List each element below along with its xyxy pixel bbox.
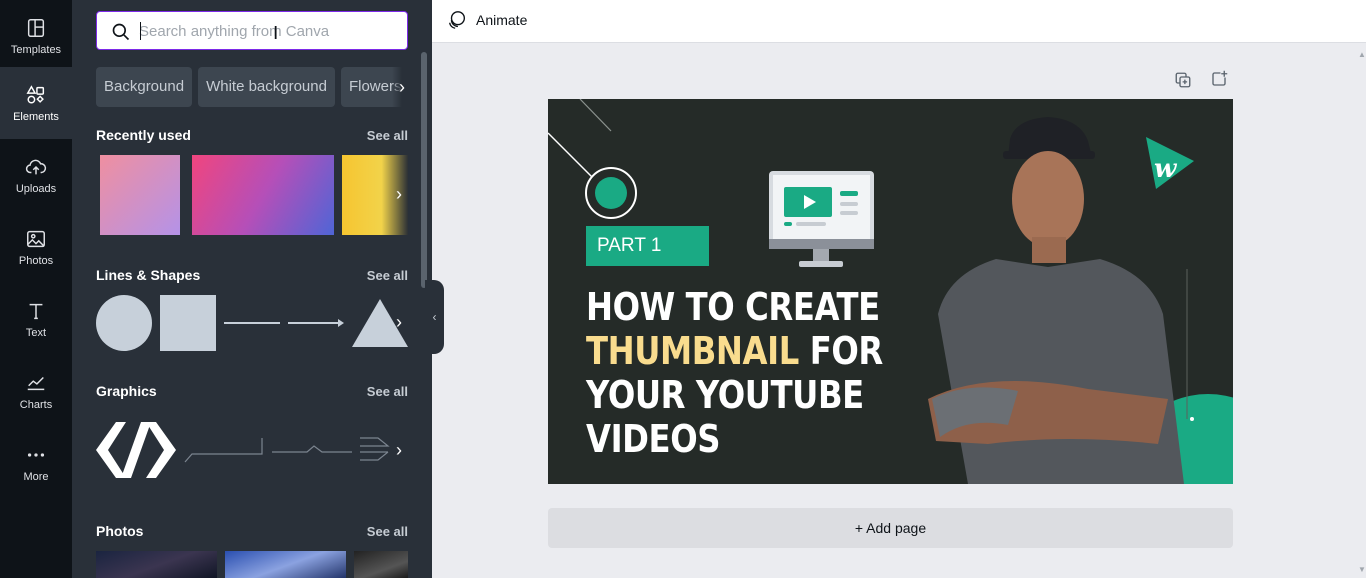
text-icon [29, 303, 43, 319]
monitor-illustration [769, 171, 874, 267]
page-scrollbar[interactable]: ▲ ▼ [1356, 44, 1366, 578]
section-title-lines-shapes: Lines & Shapes [96, 267, 201, 283]
rail-item-photos[interactable]: Photos [0, 211, 72, 283]
charts-icon [27, 376, 45, 390]
recent-item-gradient-purple[interactable] [192, 155, 334, 235]
rail-label: Photos [18, 254, 54, 267]
collapse-panel-handle[interactable]: ‹ [425, 280, 444, 354]
headline-line: THUMBNAIL FOR [586, 329, 883, 373]
editor-top-bar: Animate [432, 0, 1366, 43]
shape-circle[interactable] [96, 295, 152, 351]
rail-label: Elements [13, 110, 59, 123]
decor-line [579, 99, 612, 132]
panel-scrollbar[interactable] [421, 52, 427, 288]
headline-line: HOW TO CREATE [586, 285, 880, 329]
graphics-lines-row [184, 437, 390, 463]
section-title-recently-used: Recently used [96, 127, 191, 143]
search-input[interactable] [139, 20, 389, 42]
search-icon [112, 23, 130, 41]
scroll-up-icon[interactable]: ▲ [1358, 50, 1366, 59]
suggestion-chips: Background White background Flowers [96, 67, 408, 107]
design-canvas[interactable]: w PART 1 HOW TO CREATE THUMBNAIL FOR YOU… [548, 99, 1233, 484]
rail-item-templates[interactable]: Templates [0, 0, 72, 72]
more-icon [27, 452, 45, 457]
part-label[interactable]: PART 1 [586, 226, 709, 266]
chevron-right-icon[interactable]: › [392, 67, 412, 107]
ibeam-cursor-icon: I [273, 23, 279, 44]
section-title-photos: Photos [96, 523, 144, 539]
decor-dot [1190, 417, 1194, 421]
section-title-graphics: Graphics [96, 383, 157, 399]
add-page-icon[interactable] [1210, 70, 1228, 88]
chip-background[interactable]: Background [96, 67, 193, 107]
photo-thumbnail[interactable] [225, 551, 346, 578]
headline-text: FOR [798, 329, 884, 373]
recent-item-gradient-pink[interactable] [100, 155, 180, 235]
see-all-recently-used[interactable]: See all [367, 128, 408, 143]
rail-item-elements[interactable]: Elements [0, 67, 72, 139]
chevron-right-icon[interactable]: › [390, 312, 408, 333]
see-all-graphics[interactable]: See all [367, 384, 408, 399]
animate-label: Animate [476, 12, 528, 28]
brand-logo-mark: w [1146, 137, 1194, 189]
rail-item-charts[interactable]: Charts [0, 355, 72, 427]
thumbnail-headline[interactable]: HOW TO CREATE THUMBNAIL FOR YOUR YOUTUBE… [586, 285, 883, 461]
chip-white-background[interactable]: White background [198, 67, 335, 107]
elements-icon [26, 84, 45, 104]
lines-shapes-row [224, 299, 408, 347]
photo-thumbnail[interactable] [354, 551, 408, 578]
rail-label: Uploads [15, 182, 57, 195]
rail-item-text[interactable]: Text [0, 283, 72, 355]
svg-text:w: w [1154, 154, 1178, 184]
templates-icon [27, 18, 45, 37]
add-page-button[interactable]: + Add page [548, 508, 1233, 548]
rail-label: More [23, 470, 49, 483]
elements-panel: I BackgroundWhite backgroundFlowers › Re… [72, 0, 432, 578]
graphic-code-brackets[interactable] [96, 420, 176, 480]
decor-line [548, 132, 593, 178]
rail-item-more[interactable]: More [0, 427, 72, 499]
photo-thumbnail[interactable] [96, 551, 217, 578]
arrowhead-icon [338, 319, 344, 327]
rail-label: Text [25, 326, 47, 339]
see-all-lines-shapes[interactable]: See all [367, 268, 408, 283]
see-all-photos[interactable]: See all [367, 524, 408, 539]
graphic-circuit-line[interactable] [184, 438, 263, 463]
graphic-tech-line[interactable] [272, 445, 352, 453]
chevron-left-icon: ‹ [432, 310, 437, 324]
text-caret [140, 22, 141, 40]
search-box[interactable]: I [96, 11, 408, 50]
graphic-arrow-lines[interactable] [360, 437, 390, 461]
decor-dot [595, 177, 627, 209]
rail-label: Charts [19, 398, 53, 411]
animate-icon [448, 11, 466, 29]
photos-icon [27, 230, 45, 247]
rail-item-uploads[interactable]: Uploads [0, 139, 72, 211]
shape-square[interactable] [160, 295, 216, 351]
uploads-icon [25, 159, 47, 174]
side-rail: Templates Elements Uploads Photos Text C… [0, 0, 72, 578]
headline-line: VIDEOS [586, 417, 721, 461]
rail-label: Templates [10, 43, 62, 56]
animate-button[interactable]: Animate [446, 9, 527, 31]
scroll-down-icon[interactable]: ▼ [1358, 565, 1366, 574]
duplicate-page-icon[interactable] [1174, 71, 1192, 89]
presenter-photo [928, 117, 1184, 484]
headline-highlight: THUMBNAIL [586, 329, 799, 373]
headline-line: YOUR YOUTUBE [586, 373, 864, 417]
chevron-right-icon[interactable]: › [390, 440, 408, 461]
chevron-right-icon[interactable]: › [390, 184, 408, 205]
